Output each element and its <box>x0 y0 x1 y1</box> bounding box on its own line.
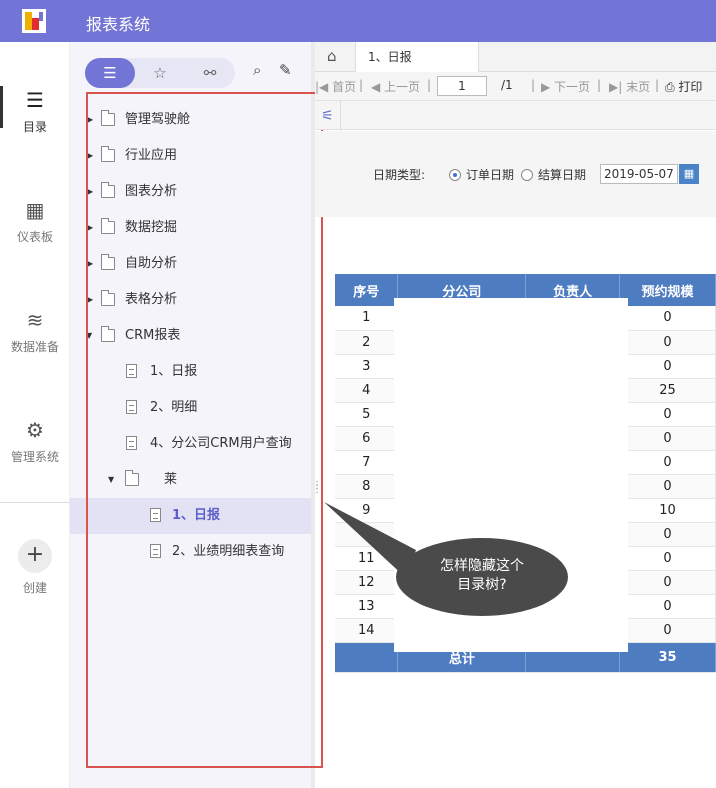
tree-node-crm-user-query[interactable]: 4、分公司CRM用户查询 <box>70 426 311 462</box>
file-icon <box>126 364 137 378</box>
print-button[interactable]: ⎙ 打印 <box>665 78 702 95</box>
folder-icon <box>101 110 115 126</box>
list-icon: ☰ <box>26 88 44 112</box>
tree-node-industry[interactable]: ▶ 行业应用 <box>70 138 311 174</box>
rail-item-admin[interactable]: ⚙ 管理系统 <box>0 418 70 465</box>
favorites-button[interactable]: ☆ <box>135 58 185 88</box>
prev-page-button[interactable]: ◀ 上一页 <box>371 78 420 95</box>
folder-icon <box>125 470 139 486</box>
expand-arrow-icon[interactable]: ▶ <box>87 174 93 210</box>
folder-icon <box>101 218 115 234</box>
file-icon <box>150 544 161 558</box>
rail-divider <box>0 502 70 503</box>
tree-node-table-analysis[interactable]: ▶ 表格分析 <box>70 282 311 318</box>
plus-icon: + <box>18 539 52 573</box>
tree-node-crm[interactable]: ▼ CRM报表 <box>70 318 311 354</box>
date-type-label: 日期类型: <box>373 168 426 182</box>
drag-handle-icon[interactable]: ⋮ ⋮ <box>312 481 322 495</box>
folder-icon <box>101 326 115 342</box>
last-page-button[interactable]: ▶| 末页 <box>609 78 650 95</box>
file-icon <box>126 436 137 450</box>
list-icon: ☰ <box>103 64 117 82</box>
tree-node-crm-detail[interactable]: 2、明细 <box>70 390 311 426</box>
report-pager: |◀ 首页 | ◀ 上一页 | 1 /1 | ▶ 下一页 | ▶| 末页 | ⎙… <box>315 72 716 100</box>
divider: | <box>531 78 536 92</box>
question-callout: 怎样隐藏这个 目录树? <box>396 538 568 616</box>
header-scale: 预约规模 <box>619 274 716 306</box>
rail-item-data-prep[interactable]: ≋ 数据准备 <box>0 308 70 355</box>
filter-bar: ⚟ <box>315 100 716 131</box>
tab-bar: ⌂ 1、日报 <box>315 42 716 72</box>
tree-node-self-service[interactable]: ▶ 自助分析 <box>70 246 311 282</box>
expand-arrow-icon[interactable]: ▶ <box>87 138 93 174</box>
folder-icon <box>101 254 115 270</box>
expand-arrow-icon[interactable]: ▶ <box>87 210 93 246</box>
expand-arrow-icon[interactable]: ▶ <box>87 282 93 318</box>
file-icon <box>126 400 137 414</box>
expand-arrow-icon[interactable]: ▶ <box>87 246 93 282</box>
tree-view-switcher: ☰ ☆ ⚯ <box>85 58 235 88</box>
calendar-icon[interactable]: ▦ <box>679 164 699 184</box>
tree-node-chart-analysis[interactable]: ▶ 图表分析 <box>70 174 311 210</box>
divider: | <box>359 78 364 92</box>
divider: | <box>655 78 660 92</box>
top-bar: 报表系统 <box>0 0 716 42</box>
filter-settings-icon[interactable]: ⚟ <box>315 101 341 131</box>
home-icon[interactable]: ⌂ <box>327 47 337 65</box>
catalog-tree-panel: ☰ ☆ ⚯ ⌕ ✎ ▶ 管理驾驶舱 ▶ 行业应用 ▶ 图表分析 ▶ 数据挖掘 ▶ <box>70 42 311 788</box>
search-icon[interactable]: ⌕ <box>253 61 261 79</box>
pin-icon[interactable]: ✎ <box>279 61 292 79</box>
first-page-button[interactable]: |◀ 首页 <box>315 78 356 95</box>
rail-item-dashboard[interactable]: ▦ 仪表板 <box>0 198 70 245</box>
tree-list: ▶ 管理驾驶舱 ▶ 行业应用 ▶ 图表分析 ▶ 数据挖掘 ▶ 自助分析 ▶ 表格… <box>70 102 311 570</box>
collapse-arrow-icon[interactable]: ▼ <box>86 318 92 354</box>
star-icon: ☆ <box>153 64 167 82</box>
parameter-panel: 日期类型: 订单日期 结算日期 2019-05-07 ▦ <box>315 131 716 217</box>
tree-node-subfolder[interactable]: ▼ 莱 <box>70 462 311 498</box>
radio-settle-date[interactable]: 结算日期 <box>521 166 586 183</box>
rail-item-catalog[interactable]: ☰ 目录 <box>0 88 70 135</box>
page-total: /1 <box>501 78 513 92</box>
app-logo[interactable] <box>22 9 46 33</box>
divider: | <box>427 78 432 92</box>
tree-node-sub-daily[interactable]: 1、日报 <box>70 498 311 534</box>
gear-icon: ⚙ <box>26 418 44 442</box>
file-icon <box>150 508 161 522</box>
dashboard-icon: ▦ <box>25 198 45 222</box>
share-button[interactable]: ⚯ <box>185 58 235 88</box>
radio-order-date[interactable]: 订单日期 <box>449 166 514 183</box>
folder-icon <box>101 146 115 162</box>
header-no: 序号 <box>335 274 399 306</box>
tree-node-sub-performance[interactable]: 2、业绩明细表查询 <box>70 534 311 570</box>
total-value: 35 <box>619 642 716 673</box>
create-button[interactable]: + 创建 <box>0 539 70 596</box>
date-input[interactable]: 2019-05-07 <box>600 164 678 184</box>
next-page-button[interactable]: ▶ 下一页 <box>541 78 590 95</box>
share-icon: ⚯ <box>203 64 217 82</box>
divider: | <box>597 78 602 92</box>
nav-rail: ☰ 目录 ▦ 仪表板 ≋ 数据准备 ⚙ 管理系统 + 创建 <box>0 42 70 788</box>
tree-node-data-mining[interactable]: ▶ 数据挖掘 <box>70 210 311 246</box>
tree-node-crm-daily[interactable]: 1、日报 <box>70 354 311 390</box>
collapse-arrow-icon[interactable]: ▼ <box>108 462 114 498</box>
folder-icon <box>101 290 115 306</box>
database-icon: ≋ <box>26 308 44 332</box>
tab-daily-report[interactable]: 1、日报 <box>355 42 479 72</box>
app-title: 报表系统 <box>86 15 151 34</box>
expand-arrow-icon[interactable]: ▶ <box>87 102 93 138</box>
tree-view-button[interactable]: ☰ <box>85 58 135 88</box>
radio-checked-icon <box>449 169 461 181</box>
folder-icon <box>101 182 115 198</box>
page-number-input[interactable]: 1 <box>437 76 487 96</box>
radio-unchecked-icon <box>521 169 533 181</box>
tree-node-cockpit[interactable]: ▶ 管理驾驶舱 <box>70 102 311 138</box>
